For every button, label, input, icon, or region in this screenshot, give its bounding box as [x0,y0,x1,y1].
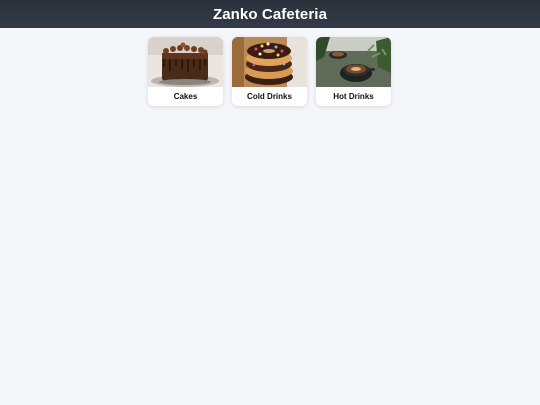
category-label: Cakes [173,92,198,101]
app-title: Zanko Cafeteria [212,5,328,23]
category-label: Cold Drinks [247,92,292,101]
category-card-hot-drinks[interactable]: Hot Drinks [316,37,391,106]
coffee-cups-image [316,37,391,87]
category-grid: Cakes Cold Drinks Hot Drinks [148,37,391,106]
chocolate-cake-image [148,37,223,87]
category-card-cakes[interactable]: Cakes [148,37,223,106]
category-card-cold-drinks[interactable]: Cold Drinks [232,37,307,106]
category-label: Hot Drinks [333,92,374,101]
frosted-donuts-image [232,37,307,87]
app-header: Zanko Cafeteria [0,0,540,28]
